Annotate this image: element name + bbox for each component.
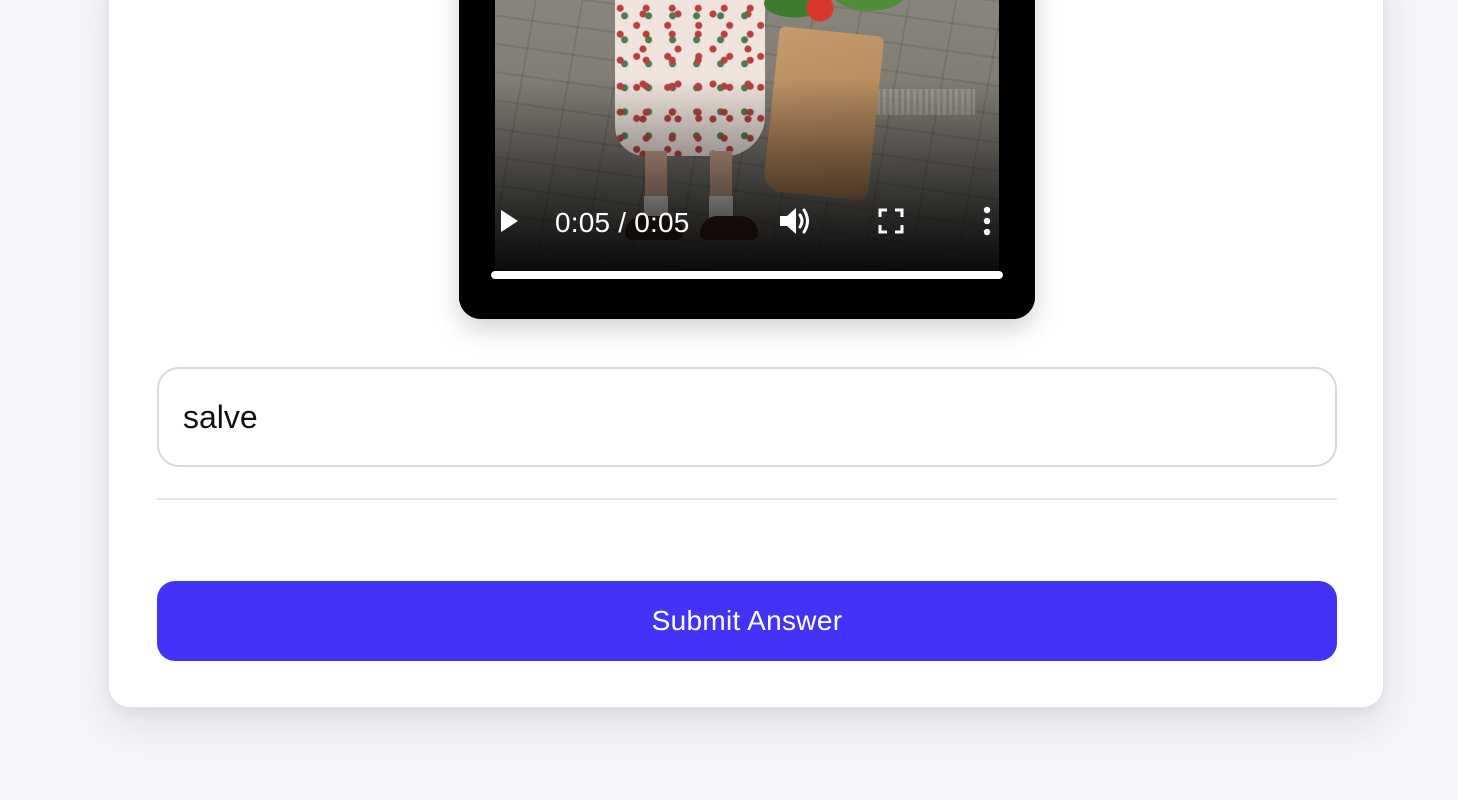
time-display: 0:05 / 0:05 [555,207,690,238]
more-vertical-icon [983,206,991,241]
fullscreen-icon [878,208,904,239]
controls-gradient [459,79,1035,319]
video-controls: 0:05 / 0:05 [459,203,1035,243]
video-progress-bar[interactable] [491,271,1003,279]
play-icon [499,209,519,238]
volume-button[interactable] [777,203,813,243]
submit-answer-button[interactable]: Submit Answer [157,581,1337,661]
volume-icon [778,205,812,242]
vegetables [757,0,907,46]
answer-input[interactable] [157,367,1337,467]
divider [157,498,1337,500]
quiz-card: 0:05 / 0:05 salve Submit Answer [108,0,1384,708]
video-progress-fill [491,271,1003,279]
video-player[interactable]: 0:05 / 0:05 [459,0,1035,319]
fullscreen-button[interactable] [875,203,907,243]
more-options-button[interactable] [975,203,999,243]
play-button[interactable] [495,203,523,243]
